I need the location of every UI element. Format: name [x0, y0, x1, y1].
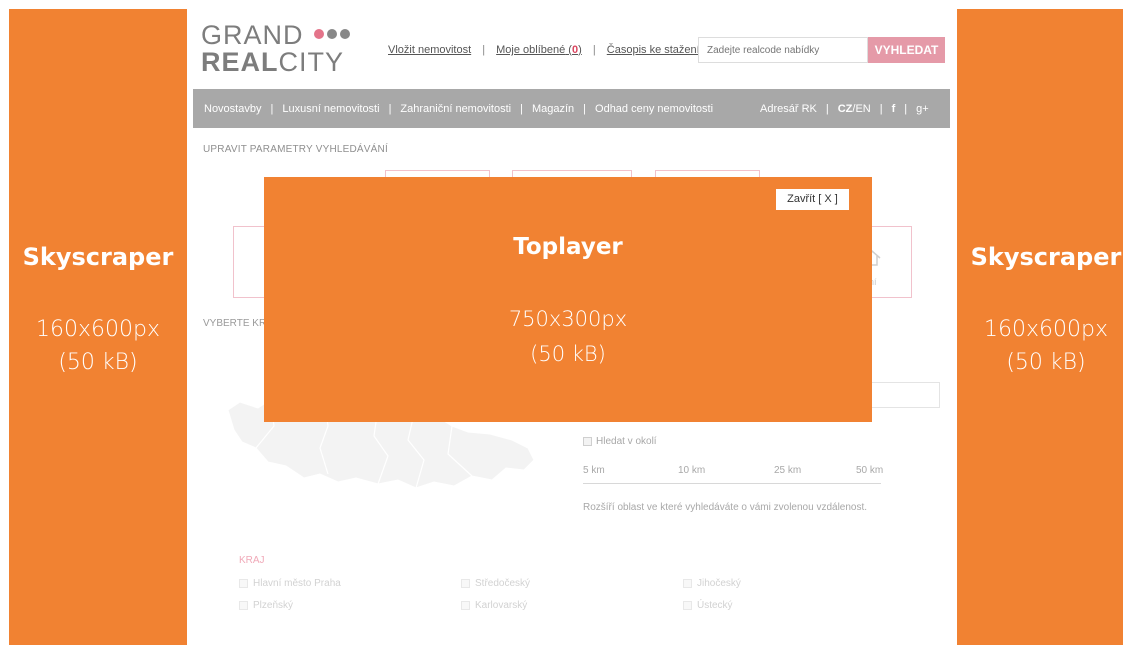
region-label: Středočeský [475, 578, 531, 589]
region-heading: KRAJ [239, 555, 265, 566]
toplayer-size: 750x300px [508, 307, 628, 331]
toplayer-title: Toplayer [513, 234, 623, 260]
skyscraper-ad-left[interactable]: Skyscraper 160x600px (50 kB) [9, 9, 187, 645]
skyscraper-title: Skyscraper [970, 243, 1122, 271]
search-button[interactable]: VYHLEDAT [868, 37, 945, 63]
favorites-link[interactable]: Moje oblíbené (0) [496, 44, 582, 56]
favorites-count: 0 [571, 44, 579, 56]
region-option[interactable]: Jihočeský [683, 578, 741, 589]
close-button[interactable]: Zavřít [ X ] [776, 189, 849, 210]
edit-params-heading: UPRAVIT PARAMETRY VYHLEDÁVÁNÍ [203, 144, 388, 155]
search-input[interactable] [698, 37, 868, 63]
logo[interactable]: GRAND REALCITY [201, 22, 350, 76]
googleplus-icon[interactable]: g+ [916, 103, 929, 115]
region-label: Ústecký [697, 600, 733, 611]
km-option[interactable]: 25 km [774, 465, 801, 476]
region-option[interactable]: Středočeský [461, 578, 530, 589]
km-option[interactable]: 10 km [678, 465, 705, 476]
region-label: Hlavní město Praha [253, 578, 341, 589]
select-region-heading: VYBERTE KR [203, 318, 267, 329]
magazine-download-link[interactable]: Časopis ke stažení [607, 44, 700, 56]
location-input[interactable] [870, 382, 940, 408]
separator: | [482, 44, 486, 56]
logo-dots-icon [314, 29, 350, 39]
skyscraper-size: 160x600px [984, 317, 1108, 342]
main-navbar: Novostavby | Luxusní nemovitosti | Zahraničn… [193, 89, 950, 128]
nav-item-directory[interactable]: Adresář RK [760, 103, 817, 115]
favorites-label: Moje oblíbené [496, 44, 566, 56]
logo-line2-bold: REAL [201, 47, 279, 77]
region-label: Karlovarský [475, 600, 528, 611]
region-label: Jihočeský [697, 578, 741, 589]
skyscraper-title: Skyscraper [22, 243, 174, 271]
region-option[interactable]: Plzeňský [239, 600, 293, 611]
skyscraper-ad-right[interactable]: Skyscraper 160x600px (50 kB) [957, 9, 1123, 645]
nav-item-novostavby[interactable]: Novostavby [204, 103, 261, 115]
nav-item-foreign[interactable]: Zahraniční nemovitosti [400, 103, 511, 115]
lang-en[interactable]: /EN [852, 103, 870, 115]
lang-cz[interactable]: CZ [838, 103, 853, 115]
add-property-link[interactable]: Vložit nemovitost [388, 44, 471, 56]
nearby-checkbox[interactable] [583, 437, 592, 446]
km-option[interactable]: 5 km [583, 465, 605, 476]
radius-description: Rozšíří oblast ve které vyhledáváte o vá… [583, 502, 868, 513]
region-option[interactable]: Ústecký [683, 600, 733, 611]
toplayer-ad[interactable]: Zavřít [ X ] Toplayer 750x300px (50 kB) [264, 177, 872, 422]
region-option[interactable]: Karlovarský [461, 600, 527, 611]
nav-item-price-estimate[interactable]: Odhad ceny nemovitosti [595, 103, 713, 115]
separator: | [592, 44, 596, 56]
km-option[interactable]: 50 km [856, 465, 883, 476]
region-option[interactable]: Hlavní město Praha [239, 578, 341, 589]
nearby-label: Hledat v okolí [596, 436, 657, 447]
nearby-search[interactable]: Hledat v okolí [583, 436, 657, 447]
top-links: Vložit nemovitost | Moje oblíbené (0) | … [388, 44, 700, 56]
logo-line2-light: CITY [278, 47, 345, 77]
skyscraper-weight: (50 kB) [1006, 350, 1086, 375]
logo-line2: REALCITY [201, 49, 344, 76]
nav-item-luxury[interactable]: Luxusní nemovitosti [282, 103, 379, 115]
skyscraper-weight: (50 kB) [58, 350, 138, 375]
toplayer-weight: (50 kB) [530, 342, 606, 366]
radius-slider[interactable] [583, 483, 881, 484]
region-label: Plzeňský [253, 600, 294, 611]
skyscraper-size: 160x600px [36, 317, 160, 342]
facebook-icon[interactable]: f [892, 103, 896, 115]
nav-item-magazine[interactable]: Magazín [532, 103, 574, 115]
